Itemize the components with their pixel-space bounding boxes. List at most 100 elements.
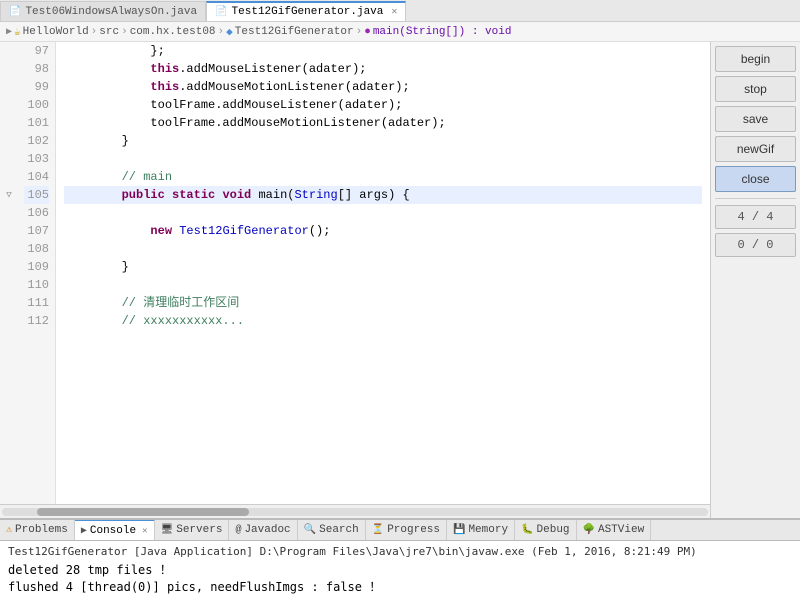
line-101: toolFrame.addMouseMotionListener(adater)… (64, 114, 702, 132)
line-104: // main (64, 168, 702, 186)
newgif-button[interactable]: newGif (715, 136, 796, 162)
file-icon-1: 📄 (9, 6, 21, 18)
memory-icon: 💾 (453, 524, 465, 536)
stop-button[interactable]: stop (715, 76, 796, 102)
tab-servers[interactable]: 🖥 Servers (155, 519, 230, 541)
console-icon: ▶ (81, 525, 87, 537)
main-area: ▽ 97 98 99 100 101 102 103 104 105 (0, 42, 800, 518)
ln-105: 105 (24, 186, 49, 204)
code-container: ▽ 97 98 99 100 101 102 103 104 105 (0, 42, 710, 504)
line-103 (64, 150, 702, 168)
scroll-track[interactable] (2, 508, 708, 516)
problems-icon: ⚠ (6, 524, 12, 536)
line-108 (64, 240, 702, 258)
bc-class[interactable]: Test12GifGenerator (235, 26, 354, 38)
ln-106: 106 (24, 204, 49, 222)
gc-104 (0, 168, 18, 186)
gc-101 (0, 114, 18, 132)
code-content[interactable]: }; this.addMouseListener(adater); this.a… (56, 42, 710, 504)
gc-102 (0, 132, 18, 150)
line-105: public static void main(String[] args) { (64, 186, 702, 204)
ln-103: 103 (24, 150, 49, 168)
scroll-thumb[interactable] (37, 508, 249, 516)
ln-100: 100 (24, 96, 49, 114)
tab-test12[interactable]: 📄 Test12GifGenerator.java ✕ (206, 1, 406, 21)
console-close[interactable]: ✕ (142, 526, 147, 536)
line-97: }; (64, 42, 702, 60)
gc-109 (0, 258, 18, 276)
search-icon: 🔍 (304, 524, 316, 536)
tab-debug[interactable]: 🐛 Debug (515, 519, 576, 541)
count-1: 4 / 4 (715, 205, 796, 229)
gc-108 (0, 240, 18, 258)
debug-icon: 🐛 (521, 524, 533, 536)
tab-problems[interactable]: ⚠ Problems (0, 519, 75, 541)
ln-111: 111 (24, 294, 49, 312)
ln-99: 99 (24, 78, 49, 96)
gc-99 (0, 78, 18, 96)
tab-console[interactable]: ▶ Console ✕ (75, 519, 155, 541)
tab-astview[interactable]: 🌳 ASTView (577, 519, 652, 541)
tab-search[interactable]: 🔍 Search (298, 519, 366, 541)
bc-sep2: › (121, 26, 128, 38)
ln-109: 109 (24, 258, 49, 276)
bc-class-icon: ◆ (226, 25, 233, 39)
line-110 (64, 276, 702, 294)
ln-110: 110 (24, 276, 49, 294)
save-button[interactable]: save (715, 106, 796, 132)
line-112: // xxxxxxxxxxx... (64, 312, 702, 330)
gc-107 (0, 222, 18, 240)
bc-project-icon: ☕ (14, 25, 21, 39)
close-button[interactable]: close (715, 166, 796, 192)
tab-test06[interactable]: 📄 Test06WindowsAlwaysOn.java (0, 1, 206, 21)
collapse-arrow-105[interactable]: ▽ (6, 190, 11, 200)
ln-98: 98 (24, 60, 49, 78)
bc-src[interactable]: src (99, 26, 119, 38)
line-109: } (64, 258, 702, 276)
tab-progress[interactable]: ⏳ Progress (366, 519, 447, 541)
bc-sep3: › (218, 26, 225, 38)
count-2: 0 / 0 (715, 233, 796, 257)
right-panel: begin stop save newGif close 4 / 4 0 / 0 (710, 42, 800, 518)
line-99: this.addMouseMotionListener(adater); (64, 78, 702, 96)
gc-106 (0, 204, 18, 222)
ln-102: 102 (24, 132, 49, 150)
astview-icon: 🌳 (583, 524, 595, 536)
bc-package[interactable]: com.hx.test08 (130, 26, 216, 38)
line-102: } (64, 132, 702, 150)
javadoc-icon: @ (235, 525, 241, 536)
servers-label: Servers (176, 524, 222, 536)
file-icon-2: 📄 (215, 6, 227, 18)
tab-bar: 📄 Test06WindowsAlwaysOn.java 📄 Test12Gif… (0, 0, 800, 22)
bc-method[interactable]: main(String[]) : void (373, 26, 512, 38)
console-line-1: deleted 28 tmp files ！ (8, 562, 792, 579)
console-header: Test12GifGenerator [Java Application] D:… (8, 545, 792, 558)
gc-97 (0, 42, 18, 60)
progress-label: Progress (387, 524, 440, 536)
astview-label: ASTView (598, 524, 644, 536)
gc-105[interactable]: ▽ (0, 186, 18, 204)
editor-area: ▽ 97 98 99 100 101 102 103 104 105 (0, 42, 710, 518)
bc-method-icon: ● (364, 26, 371, 38)
line-98: this.addMouseListener(adater); (64, 60, 702, 78)
tab-label-2: Test12GifGenerator.java (232, 6, 384, 18)
tab-memory[interactable]: 💾 Memory (447, 519, 515, 541)
ln-112: 112 (24, 312, 49, 330)
begin-button[interactable]: begin (715, 46, 796, 72)
console-line-2: flushed 4 [thread(0)] pics, needFlushImg… (8, 579, 792, 596)
ln-104: 104 (24, 168, 49, 186)
horizontal-scrollbar[interactable] (0, 504, 710, 518)
ln-101: 101 (24, 114, 49, 132)
tab-close-button[interactable]: ✕ (391, 6, 397, 18)
bottom-tab-bar: ⚠ Problems ▶ Console ✕ 🖥 Servers @ Javad… (0, 519, 800, 541)
ln-108: 108 (24, 240, 49, 258)
gc-110 (0, 276, 18, 294)
tab-javadoc[interactable]: @ Javadoc (229, 519, 297, 541)
memory-label: Memory (468, 524, 508, 536)
console-label: Console (90, 525, 136, 537)
bc-project[interactable]: HelloWorld (23, 26, 89, 38)
gc-112 (0, 312, 18, 330)
bc-sep1: › (91, 26, 98, 38)
gutter-column: ▽ (0, 42, 18, 504)
tab-label-1: Test06WindowsAlwaysOn.java (25, 6, 197, 18)
